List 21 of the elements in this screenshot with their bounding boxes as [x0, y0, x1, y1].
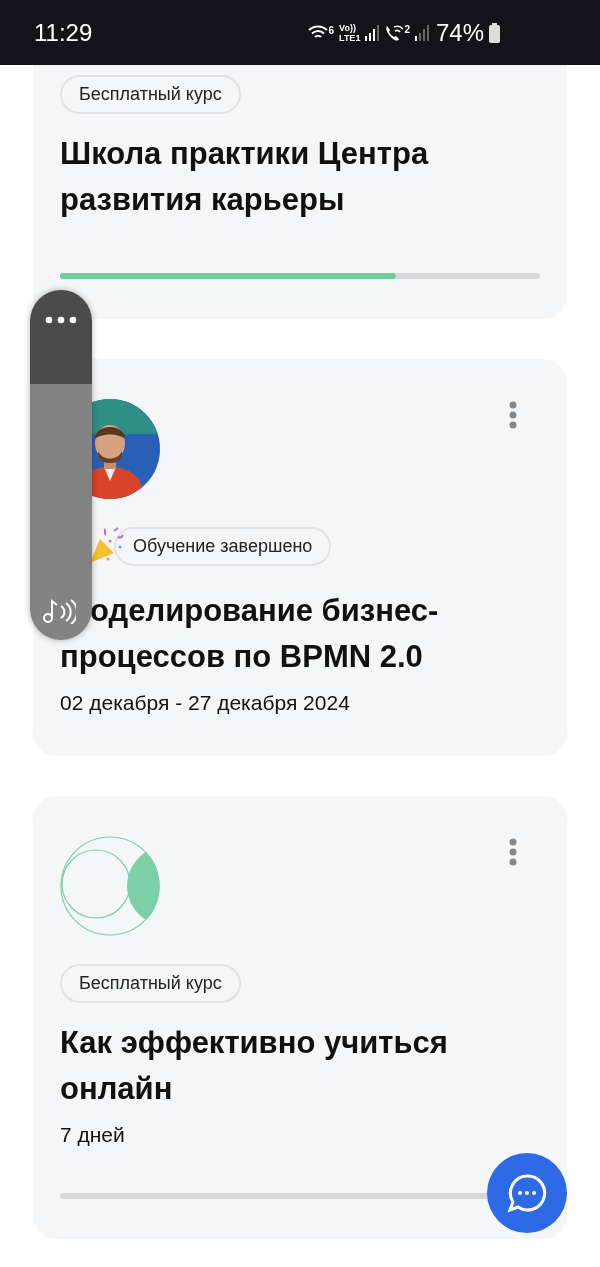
- music-note-icon[interactable]: [42, 598, 76, 624]
- signal-icon: [414, 24, 429, 41]
- course-dates: 02 декабря - 27 декабря 2024: [60, 690, 351, 716]
- signal-icon: [365, 24, 380, 41]
- course-card[interactable]: Обучение завершено оделирование бизнес-процессов по BPMN 2.0 02 декабря - 27 декабря 2024: [33, 359, 567, 756]
- course-dates: 7 дней: [60, 1122, 126, 1148]
- course-card[interactable]: Бесплатный курс Как эффективно учиться онлайн 7 дней: [33, 796, 567, 1239]
- battery-level: 74%: [435, 18, 484, 47]
- battery-icon: [489, 22, 500, 43]
- volte-indicator: Vo)) LTE1: [339, 22, 361, 43]
- clock-time: 11:29: [34, 18, 93, 47]
- status-chip: Бесплатный курс: [60, 75, 241, 114]
- course-title: оделирование бизнес-процессов по BPMN 2.0: [60, 592, 440, 676]
- course-title: Школа практики Центра развития карьеры: [60, 135, 430, 219]
- more-icon[interactable]: [45, 316, 77, 324]
- chat-icon: [505, 1171, 549, 1215]
- course-title: Как эффективно учиться онлайн: [60, 1024, 449, 1108]
- course-card[interactable]: Бесплатный курс Школа практики Центра развития карьеры: [33, 65, 567, 319]
- status-chip: Обучение завершено: [114, 527, 332, 566]
- status-chip: Бесплатный курс: [60, 964, 241, 1003]
- floating-panel[interactable]: [30, 290, 92, 640]
